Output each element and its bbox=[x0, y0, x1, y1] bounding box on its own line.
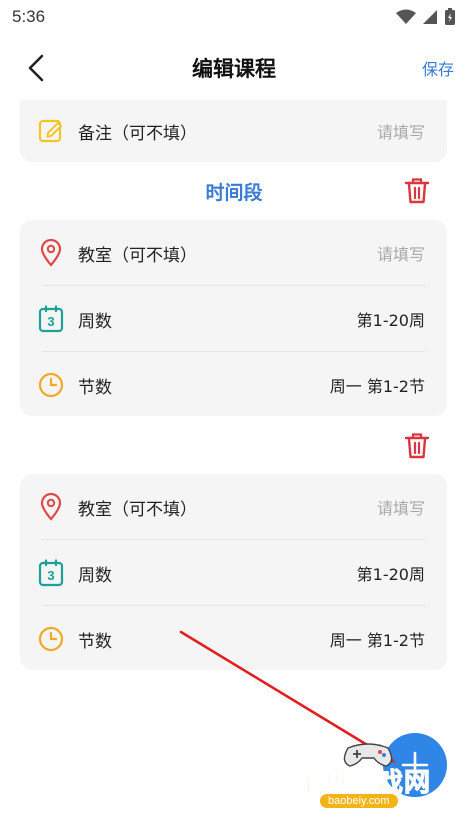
save-button[interactable]: 保存 bbox=[422, 56, 454, 80]
clock-icon bbox=[38, 372, 64, 398]
time-slot-card-1: 教室（可不填） 请填写 3 周数 第1-20周 节数 周一 第1-2节 bbox=[20, 220, 447, 416]
weeks-label: 周数 bbox=[78, 565, 112, 586]
note-card: 备注（可不填） 请填写 bbox=[20, 100, 447, 162]
watermark-url: baobeiy.com bbox=[320, 794, 398, 808]
battery-icon bbox=[445, 8, 455, 25]
weeks-label: 周数 bbox=[78, 311, 112, 332]
classroom-value: 请填写 bbox=[376, 245, 425, 264]
clock-icon bbox=[38, 626, 64, 652]
watermark-logo: 宝贝游戏网 baobeiy.com bbox=[286, 740, 456, 830]
periods-value: 周一 第1-2节 bbox=[329, 377, 425, 396]
periods-row[interactable]: 节数 周一 第1-2节 bbox=[20, 606, 447, 672]
delete-slot-button-2[interactable] bbox=[404, 432, 430, 460]
periods-row[interactable]: 节数 周一 第1-2节 bbox=[20, 352, 447, 418]
weeks-row[interactable]: 3 周数 第1-20周 bbox=[20, 286, 447, 352]
section-title: 时间段 bbox=[205, 182, 263, 204]
weeks-value: 第1-20周 bbox=[356, 311, 425, 330]
back-button[interactable] bbox=[22, 52, 52, 84]
top-app-bar: 编辑课程 保存 bbox=[0, 34, 468, 102]
location-pin-icon bbox=[38, 239, 64, 267]
edit-note-icon bbox=[38, 118, 64, 144]
classroom-row[interactable]: 教室（可不填） 请填写 bbox=[20, 220, 447, 286]
weeks-value: 第1-20周 bbox=[356, 565, 425, 584]
calendar-icon: 3 bbox=[38, 305, 64, 333]
status-bar: 5:36 bbox=[0, 0, 468, 34]
page-title: 编辑课程 bbox=[192, 57, 276, 81]
classroom-label: 教室（可不填） bbox=[78, 499, 197, 520]
periods-value: 周一 第1-2节 bbox=[329, 631, 425, 650]
delete-slot-button-1[interactable] bbox=[404, 177, 430, 205]
time-slot-card-2: 教室（可不填） 请填写 3 周数 第1-20周 节数 周一 第1-2节 bbox=[20, 474, 447, 670]
classroom-value: 请填写 bbox=[376, 499, 425, 518]
note-label: 备注（可不填） bbox=[78, 123, 197, 144]
wifi-icon bbox=[396, 9, 416, 24]
classroom-label: 教室（可不填） bbox=[78, 245, 197, 266]
status-time: 5:36 bbox=[12, 7, 46, 26]
calendar-icon: 3 bbox=[38, 559, 64, 587]
trash-icon bbox=[404, 178, 430, 204]
note-row[interactable]: 备注（可不填） 请填写 bbox=[20, 100, 447, 162]
chevron-left-icon bbox=[28, 54, 44, 82]
svg-text:3: 3 bbox=[47, 314, 54, 329]
weeks-row[interactable]: 3 周数 第1-20周 bbox=[20, 540, 447, 606]
location-pin-icon bbox=[38, 493, 64, 521]
svg-text:3: 3 bbox=[47, 568, 54, 583]
periods-label: 节数 bbox=[78, 377, 112, 398]
periods-label: 节数 bbox=[78, 631, 112, 652]
note-value: 请填写 bbox=[376, 123, 425, 142]
trash-icon bbox=[404, 433, 430, 459]
classroom-row[interactable]: 教室（可不填） 请填写 bbox=[20, 474, 447, 540]
signal-icon bbox=[423, 10, 437, 24]
status-icons bbox=[396, 8, 456, 26]
